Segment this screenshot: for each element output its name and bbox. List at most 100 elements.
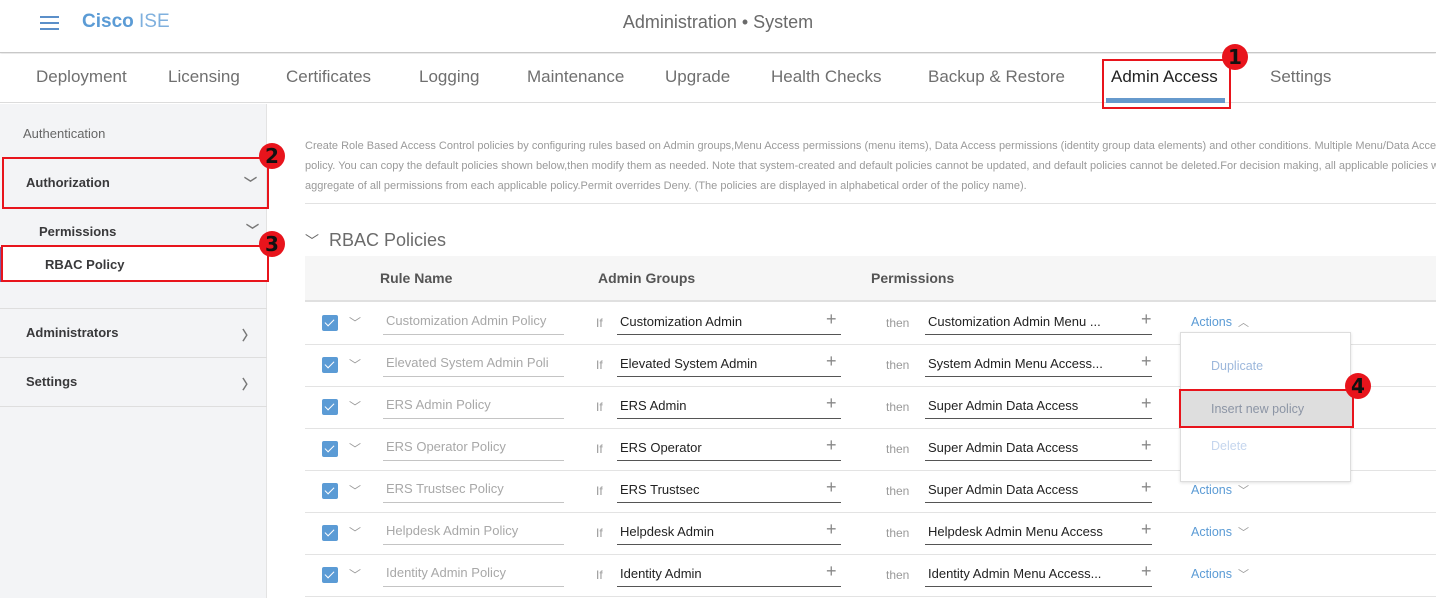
chevron-down-icon[interactable]: ﹀: [349, 566, 361, 583]
if-label: If: [596, 400, 603, 414]
rule-name-input[interactable]: Helpdesk Admin Policy: [383, 519, 564, 545]
chevron-down-icon[interactable]: ﹀: [349, 314, 361, 331]
admin-group-field[interactable]: Elevated System Admin: [617, 351, 841, 377]
column-header-permissions: Permissions: [871, 270, 955, 286]
permission-field[interactable]: System Admin Menu Access...: [925, 351, 1152, 377]
add-admin-group-plus-icon[interactable]: +: [826, 393, 837, 414]
if-label: If: [596, 484, 603, 498]
sidebar-item-authorization[interactable]: Authorization ﹀: [0, 175, 267, 195]
rule-name-input[interactable]: Elevated System Admin Poli: [383, 351, 564, 377]
chevron-down-icon[interactable]: ﹀: [349, 482, 361, 499]
rule-name-input[interactable]: ERS Trustsec Policy: [383, 477, 564, 503]
row-enabled-checkbox[interactable]: [322, 525, 338, 541]
top-header: Cisco ISE Administration • System: [0, 0, 1436, 53]
row-enabled-checkbox[interactable]: [322, 357, 338, 373]
chevron-down-icon: ﹀: [305, 233, 319, 249]
add-permission-plus-icon[interactable]: +: [1141, 351, 1152, 372]
menu-item-duplicate[interactable]: Duplicate: [1181, 359, 1352, 379]
actions-dropdown-button[interactable]: Actions ﹀: [1191, 524, 1249, 540]
actions-dropdown-button[interactable]: Actions ﹀: [1191, 566, 1249, 582]
add-permission-plus-icon[interactable]: +: [1141, 561, 1152, 582]
add-permission-plus-icon[interactable]: +: [1141, 309, 1152, 330]
then-label: then: [886, 442, 910, 456]
chevron-down-icon[interactable]: ﹀: [349, 356, 361, 373]
tab-settings[interactable]: Settings: [1270, 67, 1331, 87]
add-permission-plus-icon[interactable]: +: [1141, 435, 1152, 456]
actions-dropdown-button[interactable]: Actions ﹀: [1191, 482, 1249, 498]
sidebar-item-label: Permissions: [39, 224, 117, 239]
rbac-policies-section-toggle[interactable]: ﹀ RBAC Policies: [305, 230, 446, 251]
add-permission-plus-icon[interactable]: +: [1141, 477, 1152, 498]
sidebar-item-settings[interactable]: Settings 〉: [0, 374, 267, 394]
admin-group-field[interactable]: ERS Admin: [617, 393, 841, 419]
if-label: If: [596, 442, 603, 456]
row-enabled-checkbox[interactable]: [322, 483, 338, 499]
chevron-down-icon[interactable]: ﹀: [349, 524, 361, 541]
admin-group-field[interactable]: Identity Admin: [617, 561, 841, 587]
then-label: then: [886, 484, 910, 498]
actions-dropdown-menu: Duplicate Insert new policy Delete: [1180, 332, 1352, 482]
add-admin-group-plus-icon[interactable]: +: [826, 309, 837, 330]
permission-field[interactable]: Super Admin Data Access: [925, 477, 1152, 503]
actions-label: Actions: [1191, 567, 1232, 581]
table-row: ﹀ Identity Admin Policy If Identity Admin + t…: [305, 555, 1436, 597]
add-admin-group-plus-icon[interactable]: +: [826, 477, 837, 498]
actions-dropdown-button[interactable]: Actions ︿: [1191, 314, 1249, 330]
rule-name-input[interactable]: Customization Admin Policy: [383, 309, 564, 335]
chevron-down-icon: ﹀: [243, 176, 257, 191]
row-enabled-checkbox[interactable]: [322, 441, 338, 457]
rule-name-input[interactable]: Identity Admin Policy: [383, 561, 564, 587]
actions-label: Actions: [1191, 483, 1232, 497]
rule-name-input[interactable]: ERS Operator Policy: [383, 435, 564, 461]
permission-field[interactable]: Identity Admin Menu Access...: [925, 561, 1152, 587]
tab-backup-restore[interactable]: Backup & Restore: [928, 67, 1065, 87]
chevron-right-icon: 〉: [241, 377, 255, 392]
add-admin-group-plus-icon[interactable]: +: [826, 351, 837, 372]
sidebar-item-rbac-policy[interactable]: RBAC Policy: [0, 247, 267, 282]
chevron-down-icon[interactable]: ﹀: [349, 398, 361, 415]
then-label: then: [886, 358, 910, 372]
admin-group-field[interactable]: Customization Admin: [617, 309, 841, 335]
chevron-down-icon[interactable]: ﹀: [349, 440, 361, 457]
description-text: Create Role Based Access Control policie…: [305, 136, 1436, 196]
row-enabled-checkbox[interactable]: [322, 567, 338, 583]
actions-label: Actions: [1191, 315, 1232, 329]
sidebar-item-authentication[interactable]: Authentication: [0, 126, 267, 146]
tab-admin-access[interactable]: Admin Access: [1111, 67, 1218, 87]
menu-item-insert-new-policy[interactable]: Insert new policy: [1181, 391, 1352, 427]
callout-badge: 1: [1222, 44, 1248, 70]
tab-health-checks[interactable]: Health Checks: [771, 67, 882, 87]
tab-certificates[interactable]: Certificates: [286, 67, 371, 87]
add-admin-group-plus-icon[interactable]: +: [826, 561, 837, 582]
permission-field[interactable]: Helpdesk Admin Menu Access: [925, 519, 1152, 545]
description-line: aggregate of all permissions from each a…: [305, 180, 1027, 192]
add-admin-group-plus-icon[interactable]: +: [826, 519, 837, 540]
admin-group-field[interactable]: Helpdesk Admin: [617, 519, 841, 545]
column-header-admin-groups: Admin Groups: [598, 270, 696, 286]
tab-upgrade[interactable]: Upgrade: [665, 67, 730, 87]
add-permission-plus-icon[interactable]: +: [1141, 519, 1152, 540]
permission-field[interactable]: Customization Admin Menu ...: [925, 309, 1152, 335]
admin-group-field[interactable]: ERS Operator: [617, 435, 841, 461]
table-row: ﹀ Helpdesk Admin Policy If Helpdesk Admin + t…: [305, 513, 1436, 555]
admin-group-field[interactable]: ERS Trustsec: [617, 477, 841, 503]
row-enabled-checkbox[interactable]: [322, 315, 338, 331]
tab-logging[interactable]: Logging: [419, 67, 480, 87]
rule-name-input[interactable]: ERS Admin Policy: [383, 393, 564, 419]
permission-field[interactable]: Super Admin Data Access: [925, 393, 1152, 419]
add-permission-plus-icon[interactable]: +: [1141, 393, 1152, 414]
description-line: Create Role Based Access Control policie…: [305, 140, 1436, 152]
chevron-down-icon: ﹀: [1238, 569, 1249, 581]
row-enabled-checkbox[interactable]: [322, 399, 338, 415]
add-admin-group-plus-icon[interactable]: +: [826, 435, 837, 456]
tab-maintenance[interactable]: Maintenance: [527, 67, 624, 87]
tab-licensing[interactable]: Licensing: [168, 67, 240, 87]
tab-deployment[interactable]: Deployment: [36, 67, 127, 87]
menu-item-delete[interactable]: Delete: [1181, 439, 1352, 459]
permission-field[interactable]: Super Admin Data Access: [925, 435, 1152, 461]
section-title: RBAC Policies: [329, 230, 447, 250]
then-label: then: [886, 526, 910, 540]
sidebar-item-administrators[interactable]: Administrators 〉: [0, 325, 267, 345]
sidebar-item-permissions[interactable]: Permissions ﹀: [0, 223, 267, 244]
chevron-up-icon: ︿: [1238, 317, 1249, 329]
